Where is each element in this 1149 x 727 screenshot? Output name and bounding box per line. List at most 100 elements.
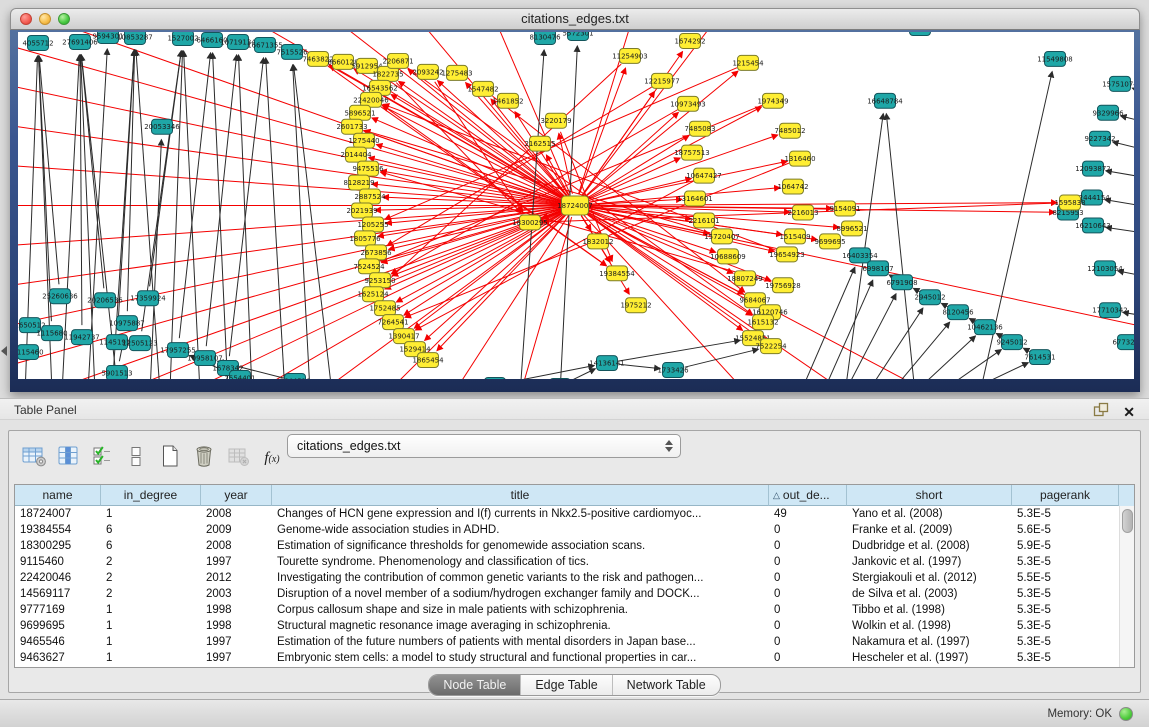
cell-out_de[interactable]: 0 [769, 556, 847, 568]
graph-node[interactable]: 1547482 [467, 81, 498, 96]
cell-pagerank[interactable]: 5.3E-5 [1012, 620, 1119, 632]
graph-node[interactable]: 5901513 [101, 366, 132, 379]
memory-status-indicator[interactable] [1119, 707, 1133, 721]
cell-out_de[interactable]: 0 [769, 620, 847, 632]
cell-year[interactable]: 2003 [201, 588, 272, 600]
graph-node[interactable]: 1461852 [492, 93, 523, 108]
graph-node[interactable]: 7524524 [353, 259, 385, 274]
cell-year[interactable]: 1997 [201, 556, 272, 568]
graph-node[interactable]: 1805776 [349, 231, 380, 246]
network-table-select[interactable]: citations_edges.txt [287, 434, 681, 458]
graph-node[interactable]: 7264541 [377, 315, 408, 330]
graph-node[interactable]: 13164601 [677, 191, 713, 206]
delete-table-button[interactable] [223, 444, 253, 472]
graph-node[interactable]: 1733426 [657, 363, 688, 378]
tab-node-table[interactable]: Node Table [429, 675, 520, 695]
column-header-name[interactable]: name [15, 485, 101, 506]
cell-out_de[interactable]: 0 [769, 604, 847, 616]
cell-year[interactable]: 2008 [201, 540, 272, 552]
cell-year[interactable]: 2012 [201, 572, 272, 584]
cell-short[interactable]: Wolkin et al. (1998) [847, 620, 1012, 632]
cell-out_de[interactable]: 0 [769, 636, 847, 648]
graph-node[interactable]: 2887524 [354, 189, 386, 204]
close-panel-icon[interactable]: ✕ [1123, 405, 1135, 419]
graph-node[interactable]: 17710342 [1092, 303, 1128, 318]
cell-in_degree[interactable]: 2 [101, 556, 201, 568]
graph-node[interactable]: 1674292 [674, 33, 705, 48]
graph-node[interactable]: 2014404 [340, 147, 372, 162]
tab-edge-table[interactable]: Edge Table [520, 675, 611, 695]
graph-node[interactable]: 5896521 [344, 105, 375, 120]
graph-node[interactable]: 7614531 [1024, 350, 1055, 365]
graph-node[interactable]: 19654923 [769, 247, 805, 262]
table-row[interactable]: 1456911722003Disruption of a novel membe… [15, 586, 1119, 602]
graph-node[interactable]: 11254903 [612, 48, 648, 63]
graph-node[interactable]: 8120456 [942, 305, 973, 320]
graph-node[interactable]: 1215454 [732, 55, 764, 70]
graph-node[interactable]: 6773201 [1112, 335, 1134, 350]
graph-node[interactable]: 1595838 [1054, 195, 1085, 210]
graph-node[interactable]: 1527002 [167, 32, 198, 45]
cell-name[interactable]: 22420046 [15, 572, 101, 584]
cell-out_de[interactable]: 0 [769, 588, 847, 600]
unselect-all-columns-button[interactable] [121, 444, 151, 472]
cell-title[interactable]: Tourette syndrome. Phenomenology and cla… [272, 556, 769, 568]
cell-name[interactable]: 14569117 [15, 588, 101, 600]
graph-node[interactable]: 3220179 [540, 113, 571, 128]
cell-pagerank[interactable]: 5.9E-5 [1012, 540, 1119, 552]
panel-collapse-arrow-icon[interactable] [1, 346, 7, 356]
graph-node[interactable]: 1832012 [582, 234, 613, 249]
cell-out_de[interactable]: 0 [769, 652, 847, 664]
delete-columns-button[interactable] [189, 444, 219, 472]
cell-title[interactable]: Disruption of a novel member of a sodium… [272, 588, 769, 600]
cell-short[interactable]: Jankovic et al. (1997) [847, 556, 1012, 568]
column-header-title[interactable]: title [272, 485, 769, 506]
column-header-year[interactable]: year [201, 485, 272, 506]
graph-node[interactable]: 15751074 [1102, 76, 1134, 91]
cell-short[interactable]: Stergiakouli et al. (2012) [847, 572, 1012, 584]
table-scrollbar[interactable] [1119, 506, 1134, 667]
graph-node[interactable]: 9475516 [352, 161, 383, 176]
network-canvas[interactable]: 4055712276914069594301108532871527002646… [18, 32, 1134, 379]
graph-node[interactable]: 2216101 [688, 213, 719, 228]
cell-pagerank[interactable]: 5.3E-5 [1012, 588, 1119, 600]
graph-node[interactable]: 9594301 [92, 32, 123, 43]
minimize-button[interactable] [39, 13, 51, 25]
cell-year[interactable]: 2008 [201, 508, 272, 520]
cell-pagerank[interactable]: 5.3E-5 [1012, 556, 1119, 568]
graph-node[interactable]: 9227342 [1084, 131, 1115, 146]
cell-short[interactable]: Tibbo et al. (1998) [847, 604, 1012, 616]
table-row[interactable]: 2242004622012Investigating the contribut… [15, 570, 1119, 586]
graph-node[interactable]: 9154091 [829, 201, 860, 216]
graph-node[interactable]: 2021939 [346, 203, 377, 218]
graph-node[interactable]: 2162515 [524, 136, 555, 151]
close-button[interactable] [20, 13, 32, 25]
graph-node[interactable]: 8130476 [529, 32, 560, 44]
graph-node[interactable]: 2645101 [479, 378, 510, 379]
graph-node[interactable]: 10853287 [117, 32, 153, 44]
graph-node[interactable]: 7522254 [755, 339, 787, 354]
show-columns-button[interactable] [53, 444, 83, 472]
graph-node[interactable]: 7463822 [302, 51, 333, 66]
graph-node[interactable]: 1275483 [441, 65, 472, 80]
column-header-out_de[interactable]: △out_de... [769, 485, 847, 506]
cell-name[interactable]: 9699695 [15, 620, 101, 632]
cell-name[interactable]: 9777169 [15, 604, 101, 616]
cell-name[interactable]: 9465546 [15, 636, 101, 648]
cell-title[interactable]: Embryonic stem cells: a model to study s… [272, 652, 769, 664]
table-row[interactable]: 946554611997Estimation of the future num… [15, 634, 1119, 650]
column-header-pagerank[interactable]: pagerank [1012, 485, 1119, 506]
graph-node[interactable]: 9699695 [814, 234, 845, 249]
table-row[interactable]: 1938455462009Genome-wide association stu… [15, 522, 1119, 538]
cell-title[interactable]: Corpus callosum shape and size in male p… [272, 604, 769, 616]
cell-short[interactable]: Yano et al. (2008) [847, 508, 1012, 520]
window-titlebar[interactable]: citations_edges.txt [10, 8, 1140, 30]
cell-title[interactable]: Changes of HCN gene expression and I(f) … [272, 508, 769, 520]
graph-node[interactable]: 2673856 [360, 245, 391, 260]
table-row[interactable]: 1872400712008Changes of HCN gene express… [15, 506, 1119, 522]
graph-node[interactable]: 10719134 [220, 34, 256, 49]
cell-in_degree[interactable]: 1 [101, 604, 201, 616]
table-mode-button[interactable] [19, 444, 49, 472]
cell-in_degree[interactable]: 6 [101, 524, 201, 536]
graph-node[interactable]: 1316460 [784, 151, 815, 166]
